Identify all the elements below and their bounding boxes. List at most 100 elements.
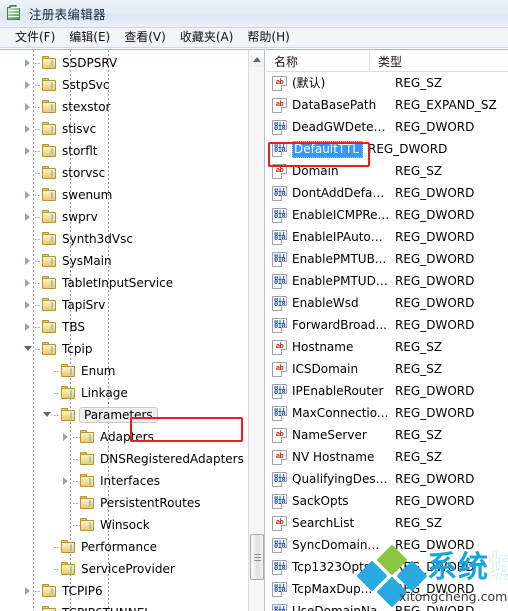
value-row[interactable]: 011 010 QualifyingDesti... REG_DWORD: [266, 468, 508, 490]
tree-node-linkage[interactable]: Linkage: [41, 382, 128, 404]
folder-icon: [42, 56, 58, 70]
value-row[interactable]: ab SearchList REG_SZ: [266, 512, 508, 534]
tree-node-serviceprovider[interactable]: ServiceProvider: [41, 558, 175, 580]
value-row[interactable]: 011 010 IPEnableRouter REG_DWORD: [266, 380, 508, 402]
tree-node-ssdpsrv[interactable]: SSDPSRV: [22, 52, 117, 74]
tree-node-tapisrv[interactable]: TapiSrv: [22, 294, 105, 316]
expand-arrow-icon[interactable]: [22, 316, 35, 338]
tree-node-stexstor[interactable]: stexstor: [22, 96, 110, 118]
tree-node-sstpsvc[interactable]: SstpSvc: [22, 74, 110, 96]
menu-edit[interactable]: 编辑(E): [62, 29, 117, 47]
value-row[interactable]: 011 010 SyncDomainWi... REG_DWORD: [266, 534, 508, 556]
value-row[interactable]: 011 010 EnablePMTUB... REG_DWORD: [266, 248, 508, 270]
tree-node-tcpip[interactable]: Tcpip: [22, 338, 92, 360]
folder-icon: [61, 562, 77, 576]
tree-node-label: Winsock: [100, 518, 150, 532]
tree-node-winsock[interactable]: Winsock: [60, 514, 150, 536]
value-row[interactable]: 011 010 DefaultTTL REG_DWORD: [266, 138, 508, 160]
value-row[interactable]: ab Hostname REG_SZ: [266, 336, 508, 358]
dword-value-icon: 011010: [272, 141, 287, 157]
value-row[interactable]: ab NV Hostname REG_SZ: [266, 446, 508, 468]
string-value-icon: ab: [272, 163, 287, 179]
column-header-name[interactable]: 名称: [266, 50, 370, 72]
menu-help[interactable]: 帮助(H): [240, 29, 296, 47]
values-list[interactable]: ab (默认) REG_SZ ab DataBasePath REG_EXPAND_SZ 0…: [266, 72, 508, 611]
menu-file[interactable]: 文件(F): [8, 29, 62, 47]
value-row[interactable]: 011 010 DeadGWDetec... REG_DWORD: [266, 116, 508, 138]
expand-arrow-icon[interactable]: [22, 272, 35, 294]
collapse-arrow-icon[interactable]: [22, 338, 35, 360]
expand-arrow-icon[interactable]: [22, 206, 35, 228]
expand-arrow-icon[interactable]: [22, 184, 35, 206]
value-row[interactable]: ab Domain REG_SZ: [266, 160, 508, 182]
value-row[interactable]: 011 010 EnableWsd REG_DWORD: [266, 292, 508, 314]
tree-node-persistentroutes[interactable]: PersistentRoutes: [60, 492, 200, 514]
tree-vertical-scrollbar[interactable]: [248, 50, 264, 611]
value-type: REG_DWORD: [395, 186, 475, 200]
tree-node-adapters[interactable]: Adapters: [60, 426, 154, 448]
tree-node-enum[interactable]: Enum: [41, 360, 115, 382]
value-row[interactable]: 011 010 SackOpts REG_DWORD: [266, 490, 508, 512]
expand-arrow-icon[interactable]: [22, 294, 35, 316]
expand-arrow-icon[interactable]: [22, 118, 35, 140]
tree-node-tbs[interactable]: TBS: [22, 316, 85, 338]
menu-favorites[interactable]: 收藏夹(A): [173, 29, 241, 47]
value-row[interactable]: ab (默认) REG_SZ: [266, 72, 508, 94]
expand-arrow-icon[interactable]: [22, 580, 35, 602]
value-row[interactable]: ab DataBasePath REG_EXPAND_SZ: [266, 94, 508, 116]
dword-value-icon: 011010: [272, 295, 287, 311]
value-row[interactable]: 011 010 EnablePMTUDi... REG_DWORD: [266, 270, 508, 292]
tree-node-interfaces[interactable]: Interfaces: [60, 470, 160, 492]
tree-node-synth3dvsc[interactable]: Synth3dVsc: [22, 228, 133, 250]
tree-node-tcpip6[interactable]: TCPIP6: [22, 580, 103, 602]
expand-arrow-icon[interactable]: [22, 96, 35, 118]
value-row[interactable]: 011 010 EnableIPAutoC... REG_DWORD: [266, 226, 508, 248]
column-header-type[interactable]: 类型: [370, 50, 508, 72]
menu-view[interactable]: 查看(V): [117, 29, 173, 47]
registry-tree-panel: SSDPSRV SstpSvc stexstor stisvc storflt storv…: [0, 49, 265, 611]
value-row[interactable]: 011010 UseDomainNa... REG_DWORD: [266, 600, 508, 611]
value-row[interactable]: 011 010 ForwardBroad... REG_DWORD: [266, 314, 508, 336]
tree-node-tabletinputservice[interactable]: TabletInputService: [22, 272, 173, 294]
value-row[interactable]: 011 010 Tcp1323Opts REG_DWORD: [266, 556, 508, 578]
tree-node-label: TCPIP6TUNNEL: [62, 606, 151, 611]
expand-arrow-icon[interactable]: [22, 250, 35, 272]
value-row[interactable]: ab ICSDomain REG_SZ: [266, 358, 508, 380]
expand-arrow-icon[interactable]: [60, 470, 73, 492]
value-type: REG_DWORD: [395, 252, 475, 266]
value-type: REG_DWORD: [395, 208, 475, 222]
tree-node-dnsregisteredadapters[interactable]: DNSRegisteredAdapters: [60, 448, 244, 470]
expand-arrow-icon[interactable]: [22, 52, 35, 74]
value-row[interactable]: ab NameServer REG_SZ: [266, 424, 508, 446]
value-row[interactable]: 011 010 DontAddDefau... REG_DWORD: [266, 182, 508, 204]
tree-node-stisvc[interactable]: stisvc: [22, 118, 96, 140]
tree-connector: [54, 370, 60, 372]
tree-node-sysmain[interactable]: SysMain: [22, 250, 112, 272]
scrollbar-thumb[interactable]: [250, 534, 264, 580]
value-name: EnableWsd: [292, 296, 359, 310]
tree-node-parameters[interactable]: Parameters: [41, 404, 158, 426]
tree-node-performance[interactable]: Performance: [41, 536, 157, 558]
tree-node-label: PersistentRoutes: [100, 496, 201, 510]
value-name: (默认): [292, 76, 326, 90]
tree-node-storvsc[interactable]: storvsc: [22, 162, 105, 184]
value-name: DefaultTTL: [292, 140, 363, 158]
tree-node-swenum[interactable]: swenum: [22, 184, 112, 206]
expand-arrow-icon[interactable]: [60, 426, 73, 448]
value-row[interactable]: 011 010 MaxConnectio... REG_DWORD: [266, 402, 508, 424]
expand-arrow-icon[interactable]: [22, 140, 35, 162]
value-row[interactable]: 011 010 TcpMaxDup... REG_DWORD: [266, 578, 508, 600]
value-row[interactable]: 011 010 EnableICMPRe... REG_DWORD: [266, 204, 508, 226]
expand-arrow-icon[interactable]: [22, 74, 35, 96]
tree-node-label: Performance: [81, 540, 158, 554]
tree-node-swprv[interactable]: swprv: [22, 206, 98, 228]
tree-connector: [35, 106, 41, 108]
collapse-arrow-icon[interactable]: [41, 404, 54, 426]
tree-node-storflt[interactable]: storflt: [22, 140, 98, 162]
tree-node-tcpip6tunnel[interactable]: TCPIP6TUNNEL: [22, 602, 151, 611]
value-type: REG_DWORD: [395, 538, 475, 552]
registry-tree[interactable]: SSDPSRV SstpSvc stexstor stisvc storflt storv…: [0, 50, 249, 611]
scroll-up-arrow[interactable]: [249, 50, 264, 67]
